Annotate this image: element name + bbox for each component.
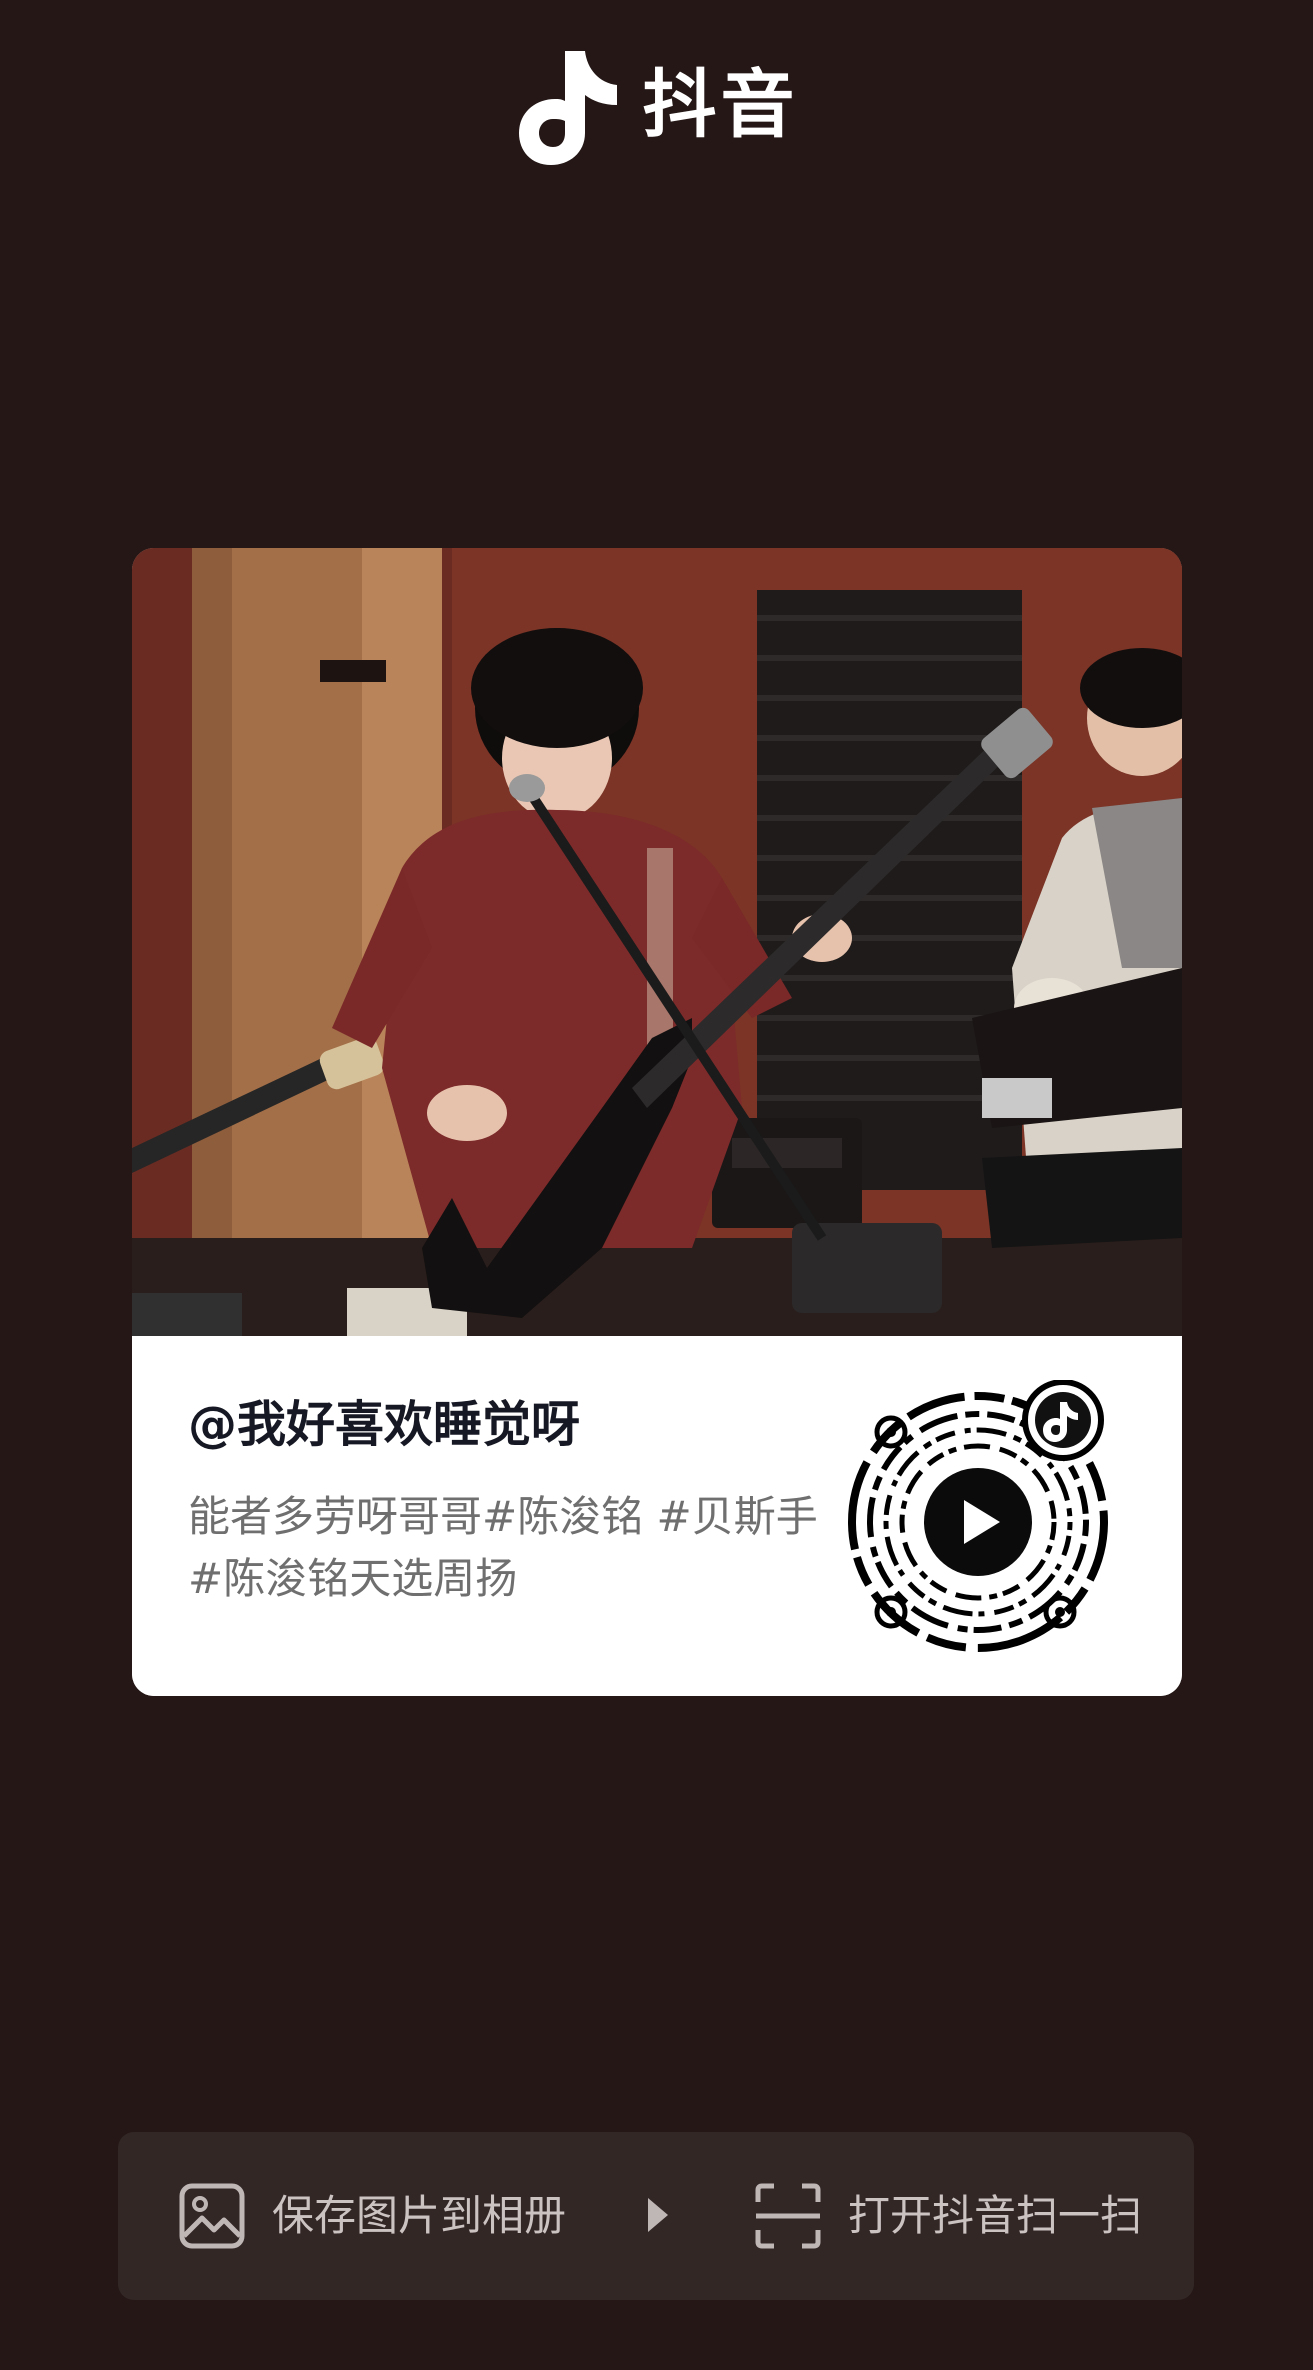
band-rehearsal-illustration — [132, 548, 1182, 1336]
video-caption: 能者多劳呀哥哥#陈浚铭 #贝斯手#陈浚铭天选周扬 — [188, 1492, 818, 1603]
triangle-right-icon — [648, 2198, 668, 2232]
action-bar: 保存图片到相册 打开抖音扫一扫 — [118, 2132, 1194, 2300]
douyin-note-icon — [518, 51, 617, 165]
card-info: @我好喜欢睡觉呀 能者多劳呀哥哥#陈浚铭 #贝斯手#陈浚铭天选周扬 — [132, 1336, 1182, 1696]
qr-code-graphic — [848, 1380, 1108, 1652]
save-to-album-label: 保存图片到相册 — [272, 2191, 567, 2240]
qr-corner-marker — [874, 1415, 908, 1449]
qr-corner-marker — [874, 1595, 908, 1629]
app-logo: 抖音 — [0, 40, 1313, 170]
app-name: 抖音 — [642, 62, 799, 148]
share-card[interactable]: @我好喜欢睡觉呀 能者多劳呀哥哥#陈浚铭 #贝斯手#陈浚铭天选周扬 — [132, 548, 1182, 1696]
video-cover-image[interactable] — [132, 548, 1182, 1336]
open-scan-label: 打开抖音扫一扫 — [848, 2191, 1143, 2240]
open-douyin-scan-button[interactable]: 打开抖音扫一扫 — [754, 2132, 1142, 2300]
save-to-album-button[interactable]: 保存图片到相册 — [178, 2132, 566, 2300]
image-icon — [179, 2183, 245, 2249]
scan-icon — [755, 2183, 821, 2249]
play-icon — [924, 1468, 1032, 1576]
douyin-badge-icon — [1022, 1380, 1104, 1461]
author-handle[interactable]: @我好喜欢睡觉呀 — [188, 1396, 828, 1455]
douyin-qr-code[interactable] — [848, 1380, 1138, 1660]
share-page: 抖音 @我好喜欢睡觉呀 能者多劳呀哥哥#陈浚铭 #贝斯手#陈浚铭天选周扬 保存图… — [0, 0, 1313, 2370]
